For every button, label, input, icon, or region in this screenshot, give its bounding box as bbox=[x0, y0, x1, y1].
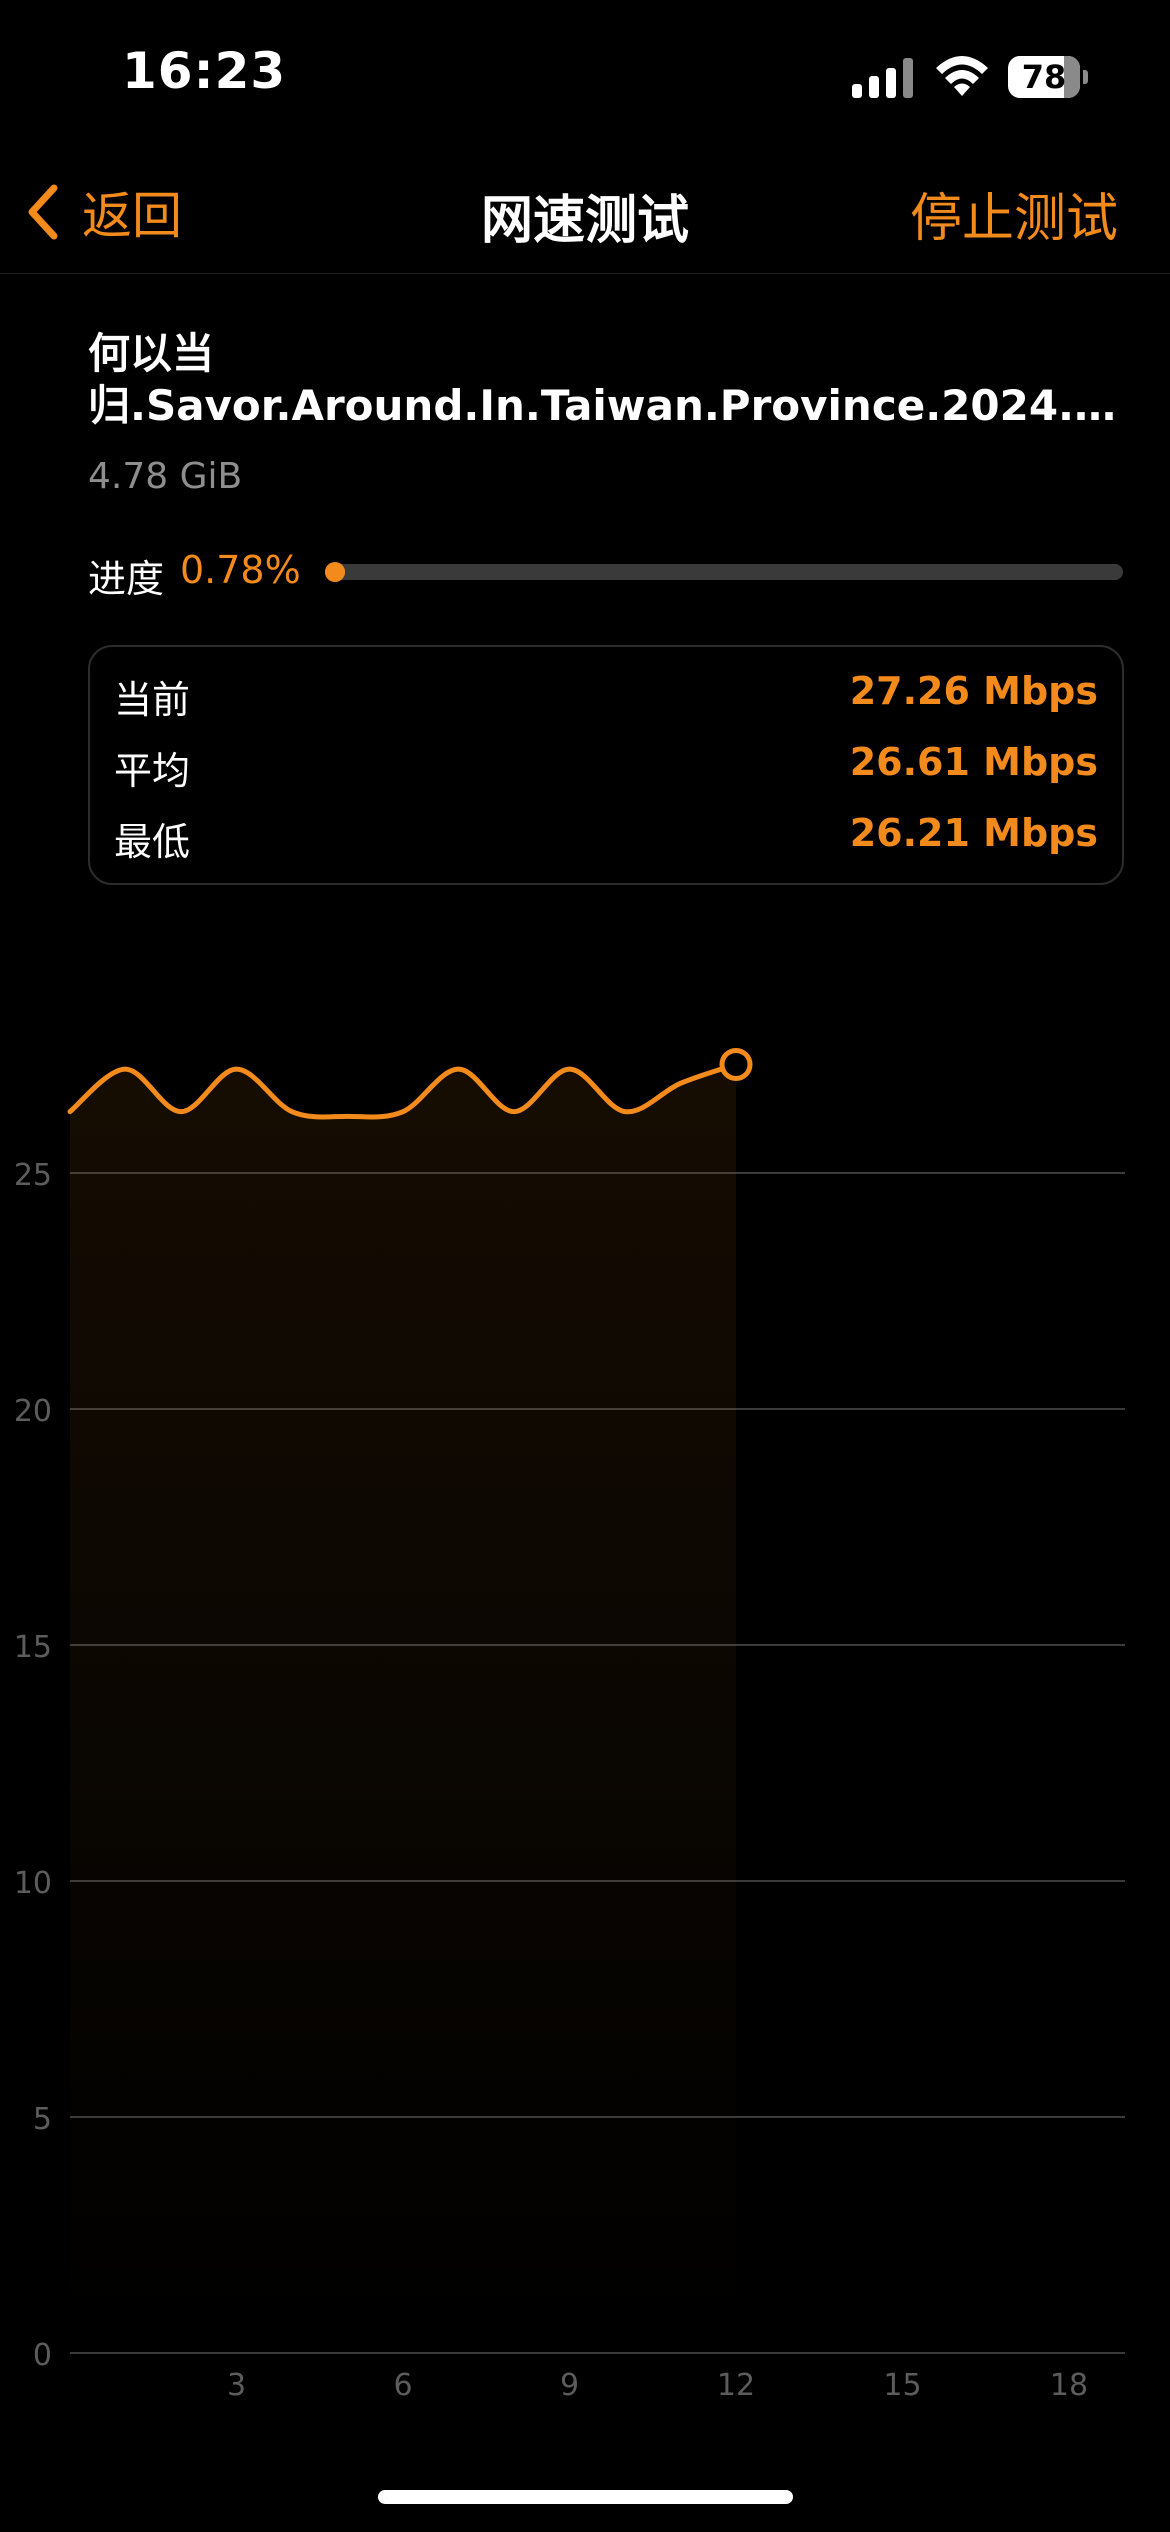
file-name-line-1: 何以当 bbox=[88, 329, 215, 378]
y-tick-label: 15 bbox=[14, 1630, 52, 1665]
current-point-marker bbox=[719, 1047, 753, 1081]
speed-chart: 0 5 10 15 20 25 3 6 9 12 15 18 bbox=[14, 1047, 1125, 2403]
x-tick-label: 18 bbox=[1050, 2368, 1088, 2403]
navigation-bar: 返回 网速测试 停止测试 bbox=[0, 150, 1170, 274]
status-time: 16:23 bbox=[122, 42, 287, 100]
home-indicator[interactable] bbox=[378, 2490, 793, 2504]
stat-row-average: 平均 26.61 Mbps bbox=[114, 740, 1098, 800]
progress-value: 0.78% bbox=[180, 548, 301, 592]
stat-row-current: 当前 27.26 Mbps bbox=[114, 669, 1098, 729]
speed-line bbox=[67, 1061, 739, 1120]
speed-area bbox=[70, 1064, 736, 2353]
file-size: 4.78 GiB bbox=[88, 456, 243, 497]
battery-icon: 78 bbox=[1008, 56, 1088, 98]
battery-percentage: 78 bbox=[1021, 58, 1067, 96]
progress-row: 进度 0.78% bbox=[88, 548, 1123, 601]
x-tick-label: 3 bbox=[227, 2368, 246, 2403]
progress-label: 进度 bbox=[88, 557, 165, 601]
stat-label: 最低 bbox=[114, 820, 191, 864]
stat-label: 平均 bbox=[114, 749, 191, 793]
y-tick-label: 10 bbox=[14, 1866, 52, 1901]
y-tick-label: 20 bbox=[14, 1394, 52, 1429]
stat-value: 26.21 Mbps bbox=[849, 811, 1098, 855]
x-tick-label: 15 bbox=[883, 2368, 921, 2403]
progress-bar bbox=[325, 562, 1123, 582]
stat-row-minimum: 最低 26.21 Mbps bbox=[114, 811, 1098, 871]
cellular-signal-icon bbox=[852, 58, 914, 98]
x-tick-label: 6 bbox=[393, 2368, 412, 2403]
stat-value: 26.61 Mbps bbox=[849, 740, 1098, 784]
file-name: 何以当 归.Savor.Around.In.Taiwan.Province.20… bbox=[88, 328, 1118, 432]
file-name-line-2: 归.Savor.Around.In.Taiwan.Province.2024.2… bbox=[88, 381, 1118, 430]
stat-label: 当前 bbox=[114, 678, 191, 722]
stop-test-button[interactable]: 停止测试 bbox=[910, 176, 1118, 251]
wifi-icon bbox=[936, 56, 988, 96]
y-tick-label: 25 bbox=[14, 1158, 52, 1193]
progress-indicator bbox=[325, 562, 345, 582]
x-tick-label: 9 bbox=[560, 2368, 579, 2403]
status-bar: 16:23 78 bbox=[0, 0, 1170, 150]
y-tick-label: 0 bbox=[33, 2338, 52, 2373]
x-tick-label: 12 bbox=[717, 2368, 755, 2403]
stat-value: 27.26 Mbps bbox=[849, 669, 1098, 713]
speed-stats-card: 当前 27.26 Mbps 平均 26.61 Mbps 最低 26.21 Mbp… bbox=[88, 645, 1124, 885]
y-tick-label: 5 bbox=[33, 2102, 52, 2137]
